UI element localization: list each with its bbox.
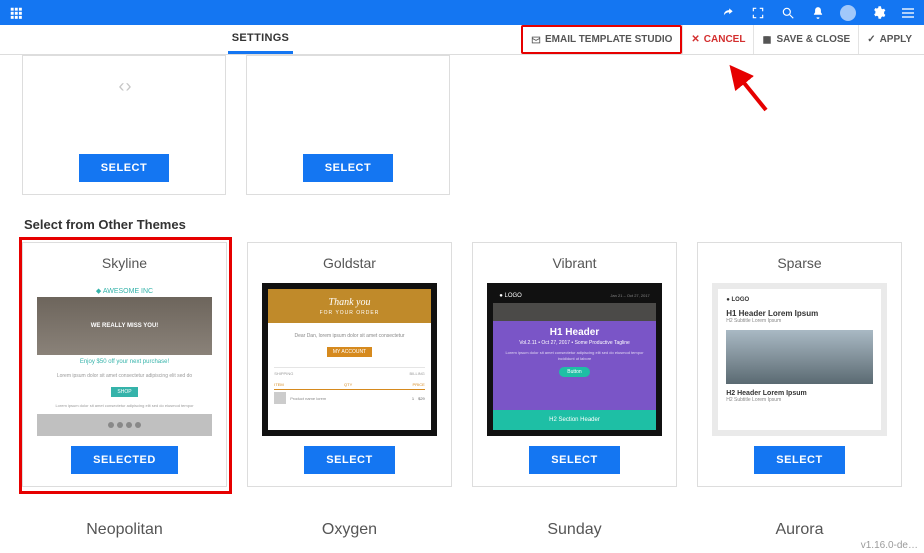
save-close-label: SAVE & CLOSE [776, 34, 850, 45]
theme-card-sparse: Sparse ● LOGO H1 Header Lorem Ipsum H2 S… [697, 242, 902, 487]
theme-card-neopolitan: Neopolitan [22, 507, 227, 543]
theme-card-vibrant: Vibrant ● LOGOJan 21 – Oct 27, 2017 H1 H… [472, 242, 677, 487]
theme-preview: ◆ AWESOME INC WE REALLY MISS YOU! Enjoy … [37, 283, 212, 436]
theme-card-aurora: Aurora [697, 507, 902, 543]
cancel-label: CANCEL [704, 34, 746, 45]
theme-preview: Thank youFOR YOUR ORDER Dear Dan, lorem … [262, 283, 437, 436]
bell-icon[interactable] [810, 5, 826, 21]
blank-template-card-2: SELECT [246, 55, 450, 195]
section-heading: Select from Other Themes [24, 217, 902, 232]
email-template-studio-button[interactable]: EMAIL TEMPLATE STUDIO [521, 25, 682, 54]
topbar [0, 0, 924, 25]
theme-card-skyline: Skyline ◆ AWESOME INC WE REALLY MISS YOU… [22, 242, 227, 487]
save-close-button[interactable]: SAVE & CLOSE [753, 25, 858, 54]
theme-title: Sunday [472, 507, 677, 543]
apply-label: APPLY [880, 34, 912, 45]
fullscreen-icon[interactable] [750, 5, 766, 21]
select-button[interactable]: SELECT [304, 446, 394, 474]
menu-icon[interactable] [900, 5, 916, 21]
gear-icon[interactable] [870, 5, 886, 21]
theme-preview: ● LOGOJan 21 – Oct 27, 2017 H1 Header Vo… [487, 283, 662, 436]
blank-template-card-1: ‹ › SELECT [22, 55, 226, 195]
selected-button[interactable]: SELECTED [71, 446, 178, 474]
theme-title: Neopolitan [22, 507, 227, 543]
email-template-studio-label: EMAIL TEMPLATE STUDIO [545, 34, 672, 45]
theme-title: Sparse [777, 243, 821, 283]
select-button[interactable]: SELECT [79, 154, 169, 182]
carousel-arrows-icon[interactable]: ‹ › [119, 76, 130, 97]
theme-preview: ● LOGO H1 Header Lorem Ipsum H2 Subtitle… [712, 283, 887, 436]
theme-title: Vibrant [552, 243, 596, 283]
select-button[interactable]: SELECT [303, 154, 393, 182]
theme-title: Goldstar [323, 243, 376, 283]
apps-icon[interactable] [8, 5, 24, 21]
share-icon[interactable] [720, 5, 736, 21]
select-button[interactable]: SELECT [754, 446, 844, 474]
theme-title: Aurora [697, 507, 902, 543]
cancel-button[interactable]: ✕ CANCEL [682, 25, 753, 54]
theme-card-oxygen: Oxygen [247, 507, 452, 543]
theme-title: Oxygen [247, 507, 452, 543]
theme-title: Skyline [102, 243, 147, 283]
avatar[interactable] [840, 5, 856, 21]
search-icon[interactable] [780, 5, 796, 21]
apply-button[interactable]: ✓ APPLY [858, 25, 920, 54]
tab-settings[interactable]: SETTINGS [228, 25, 293, 54]
content-area: ‹ › SELECT SELECT Select from Other Them… [0, 55, 924, 553]
theme-card-goldstar: Goldstar Thank youFOR YOUR ORDER Dear Da… [247, 242, 452, 487]
version-label: v1.16.0-de… [861, 540, 918, 551]
actionbar: SETTINGS EMAIL TEMPLATE STUDIO ✕ CANCEL … [0, 25, 924, 55]
select-button[interactable]: SELECT [529, 446, 619, 474]
theme-card-sunday: Sunday [472, 507, 677, 543]
